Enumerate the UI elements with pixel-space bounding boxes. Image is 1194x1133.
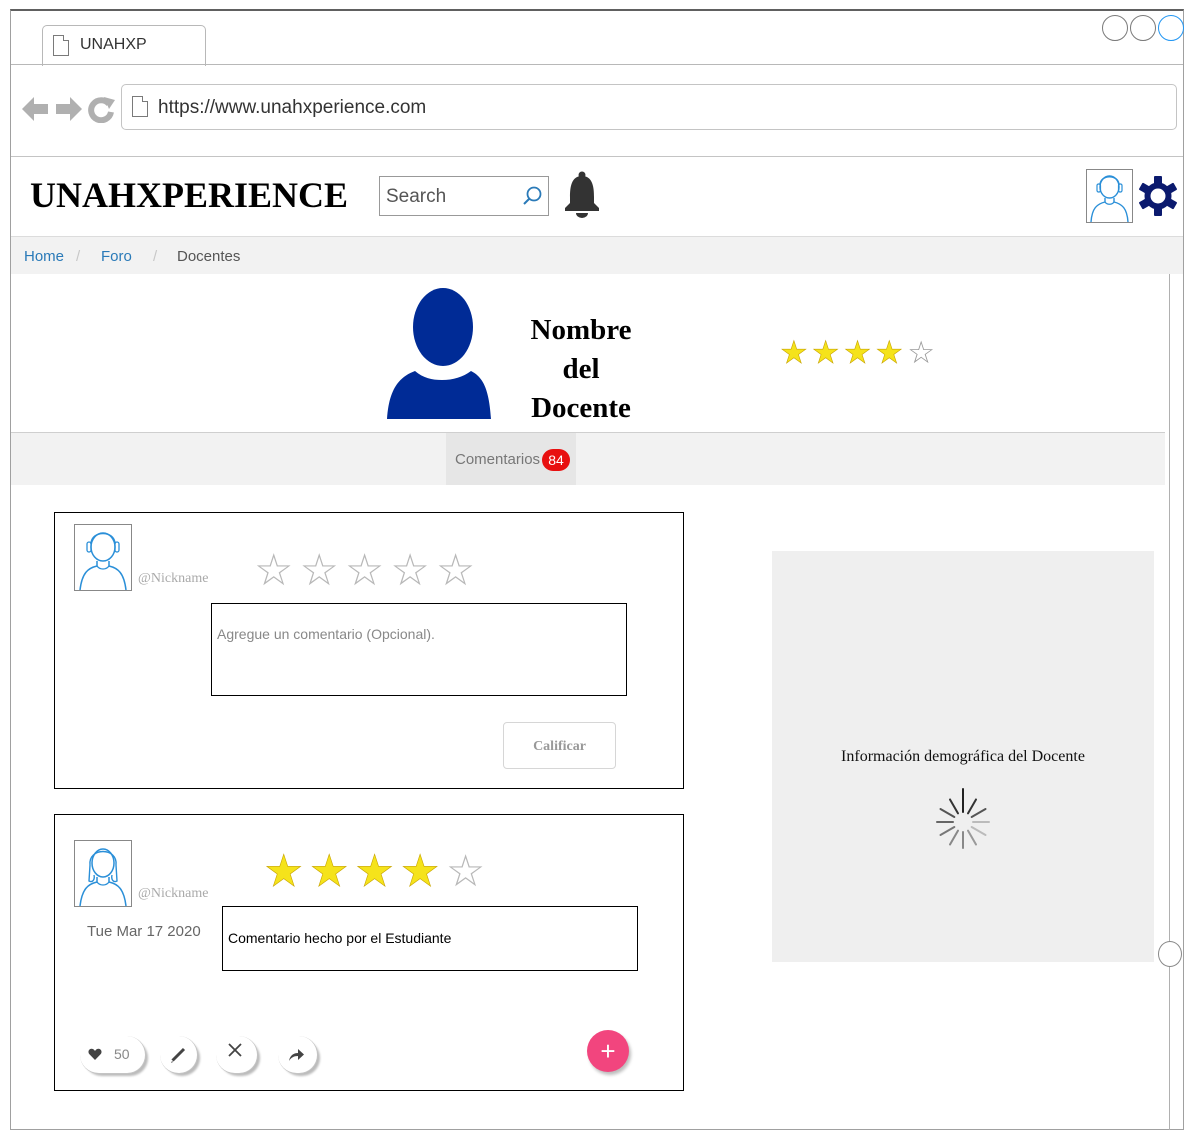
edit-button[interactable] [160,1036,198,1074]
brand-logo[interactable]: UNAHXPERIENCE [30,174,348,216]
star-filled-icon: ★ [780,335,812,370]
teacher-name-line: Docente [531,392,631,424]
comments-count-badge: 84 [542,449,570,471]
breadcrumb-separator: / [76,248,81,265]
bell-icon[interactable] [562,170,602,220]
breadcrumb-separator: / [153,248,158,265]
breadcrumb-foro[interactable]: Foro [101,248,132,265]
address-bar[interactable]: https://www.unahxperience.com [121,84,1177,130]
like-button[interactable]: 50 [80,1036,146,1074]
breadcrumb-home[interactable]: Home [24,248,64,265]
comment-text-box: Comentario hecho por el Estudiante [222,906,638,971]
star-filled-icon: ★ [875,335,908,370]
like-count: 50 [114,1046,130,1062]
star-filled-icon: ★ [843,335,876,370]
nickname: @Nickname [138,886,209,901]
comment-input[interactable]: Agregue un comentario (Opcional). [211,603,627,696]
user-female-icon [79,848,127,907]
search-input[interactable]: Search [379,176,549,216]
window-close-button[interactable] [1158,15,1184,41]
search-placeholder: Search [386,186,447,207]
teacher-name: Nombre del Docente [520,311,642,428]
url-text: https://www.unahxperience.com [158,97,427,118]
rating-input[interactable]: ☆☆☆☆☆ [254,549,481,593]
breadcrumb: Home / Foro / Docentes [11,236,1183,274]
heart-icon [88,1048,102,1060]
reload-icon[interactable] [88,95,116,123]
star-filled-icon: ★ [264,847,310,896]
nickname: @Nickname [138,571,209,586]
scrollbar-track[interactable] [1169,274,1170,1130]
comment-placeholder: Agregue un comentario (Opcional). [217,626,435,642]
plus-icon: + [600,1036,616,1066]
teacher-avatar-icon [387,288,491,419]
tab-comments[interactable]: Comentarios 84 [446,433,576,485]
demographics-panel: Información demográfica del Docente [772,551,1154,962]
star-empty-icon: ☆ [445,847,492,896]
comment-date: Tue Mar 17 2020 [87,923,201,940]
user-icon [1090,175,1129,223]
delete-button[interactable] [216,1036,258,1074]
teacher-name-line: del [562,353,600,385]
browser-tab[interactable]: UNAHXP [42,25,206,66]
loading-spinner-icon [936,788,990,849]
window-minimize-button[interactable] [1102,15,1128,41]
star-empty-icon[interactable]: ☆ [390,546,435,595]
add-button[interactable]: + [587,1030,629,1072]
teacher-name-line: Nombre [530,314,632,346]
nav-divider [11,156,1183,157]
window-maximize-button[interactable] [1130,15,1156,41]
star-empty-icon[interactable]: ☆ [299,546,344,595]
user-avatar[interactable] [1086,169,1133,223]
back-icon[interactable] [22,96,50,122]
demographics-text: Información demográfica del Docente [841,748,1085,765]
teacher-rating: ★★★★☆ [780,335,939,370]
forward-icon[interactable] [54,96,82,122]
tab-divider [11,64,1183,65]
star-empty-icon[interactable]: ☆ [345,546,390,595]
comment-rating: ★★★★☆ [264,847,492,896]
user-icon [79,532,127,591]
page-icon [132,96,148,117]
gear-icon[interactable] [1139,174,1177,218]
share-button[interactable] [278,1036,318,1074]
search-icon[interactable] [521,185,543,207]
page-icon [53,35,69,56]
star-filled-icon: ★ [309,847,355,896]
star-empty-icon: ☆ [907,335,939,370]
star-empty-icon[interactable]: ☆ [436,546,481,595]
share-icon [289,1049,304,1061]
breadcrumb-docentes: Docentes [177,248,241,265]
close-icon [228,1043,242,1057]
star-filled-icon: ★ [354,847,401,896]
tab-comments-label: Comentarios [455,451,541,468]
avatar [74,524,132,591]
star-filled-icon: ★ [400,847,446,896]
tab-strip [11,433,1165,485]
pencil-icon [171,1047,186,1063]
star-empty-icon[interactable]: ☆ [254,546,299,595]
star-filled-icon: ★ [811,335,844,370]
tab-title: UNAHXP [80,36,147,53]
rate-button[interactable]: Calificar [503,722,616,769]
comment-text: Comentario hecho por el Estudiante [228,930,452,946]
avatar [74,840,132,907]
scrollbar-thumb[interactable] [1158,941,1182,967]
